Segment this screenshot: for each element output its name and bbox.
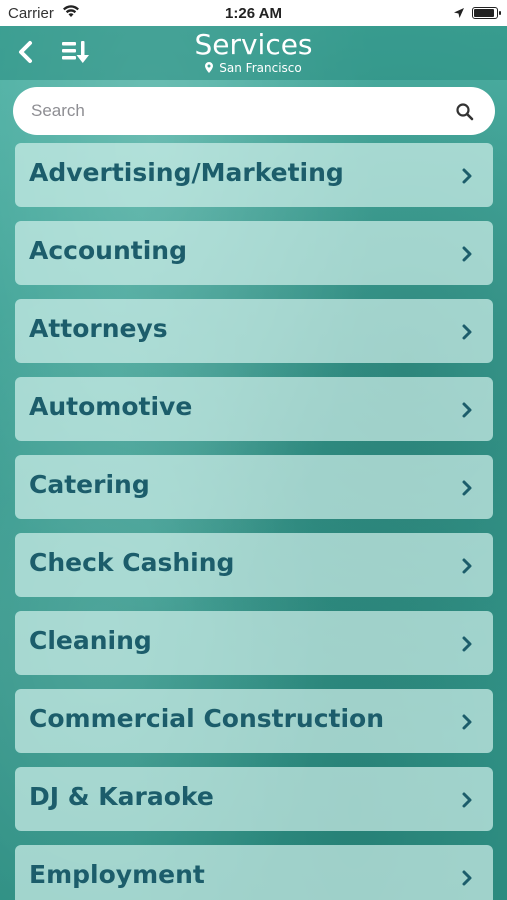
service-row-check-cashing[interactable]: Check Cashing [15,533,493,597]
chevron-right-icon [462,714,472,730]
chevron-right-icon [462,246,472,262]
service-row-automotive[interactable]: Automotive [15,377,493,441]
map-pin-icon [205,62,214,76]
service-row-cleaning[interactable]: Cleaning [15,611,493,675]
service-label: Check Cashing [29,548,235,577]
chevron-right-icon [462,402,472,418]
clock: 1:26 AM [225,5,282,22]
service-row-advertising-marketing[interactable]: Advertising/Marketing [15,143,493,207]
service-row-employment[interactable]: Employment [15,845,493,900]
location-arrow-icon [453,6,465,23]
location-label: San Francisco [219,61,302,75]
service-row-attorneys[interactable]: Attorneys [15,299,493,363]
service-label: Accounting [29,236,187,265]
background-image [0,0,507,900]
service-label: Cleaning [29,626,152,655]
service-row-accounting[interactable]: Accounting [15,221,493,285]
service-row-dj-karaoke[interactable]: DJ & Karaoke [15,767,493,831]
status-bar: Carrier 1:26 AM [0,0,507,26]
chevron-right-icon [462,168,472,184]
service-row-catering[interactable]: Catering [15,455,493,519]
navigation-bar: Services San Francisco [0,26,507,80]
service-row-commercial-construction[interactable]: Commercial Construction [15,689,493,753]
service-label: DJ & Karaoke [29,782,214,811]
service-label: Employment [29,860,205,889]
search-bar [13,87,495,135]
service-label: Catering [29,470,150,499]
service-label: Attorneys [29,314,168,343]
service-label: Automotive [29,392,193,421]
search-icon[interactable] [455,102,475,122]
chevron-right-icon [462,636,472,652]
chevron-right-icon [462,480,472,496]
battery-icon [472,7,501,19]
page-title: Services [194,28,313,61]
chevron-right-icon [462,870,472,886]
chevron-right-icon [462,558,472,574]
location-subtitle: San Francisco [0,61,507,76]
chevron-right-icon [462,792,472,808]
service-label: Advertising/Marketing [29,158,344,187]
search-input[interactable] [31,97,441,125]
service-label: Commercial Construction [29,704,385,733]
chevron-right-icon [462,324,472,340]
